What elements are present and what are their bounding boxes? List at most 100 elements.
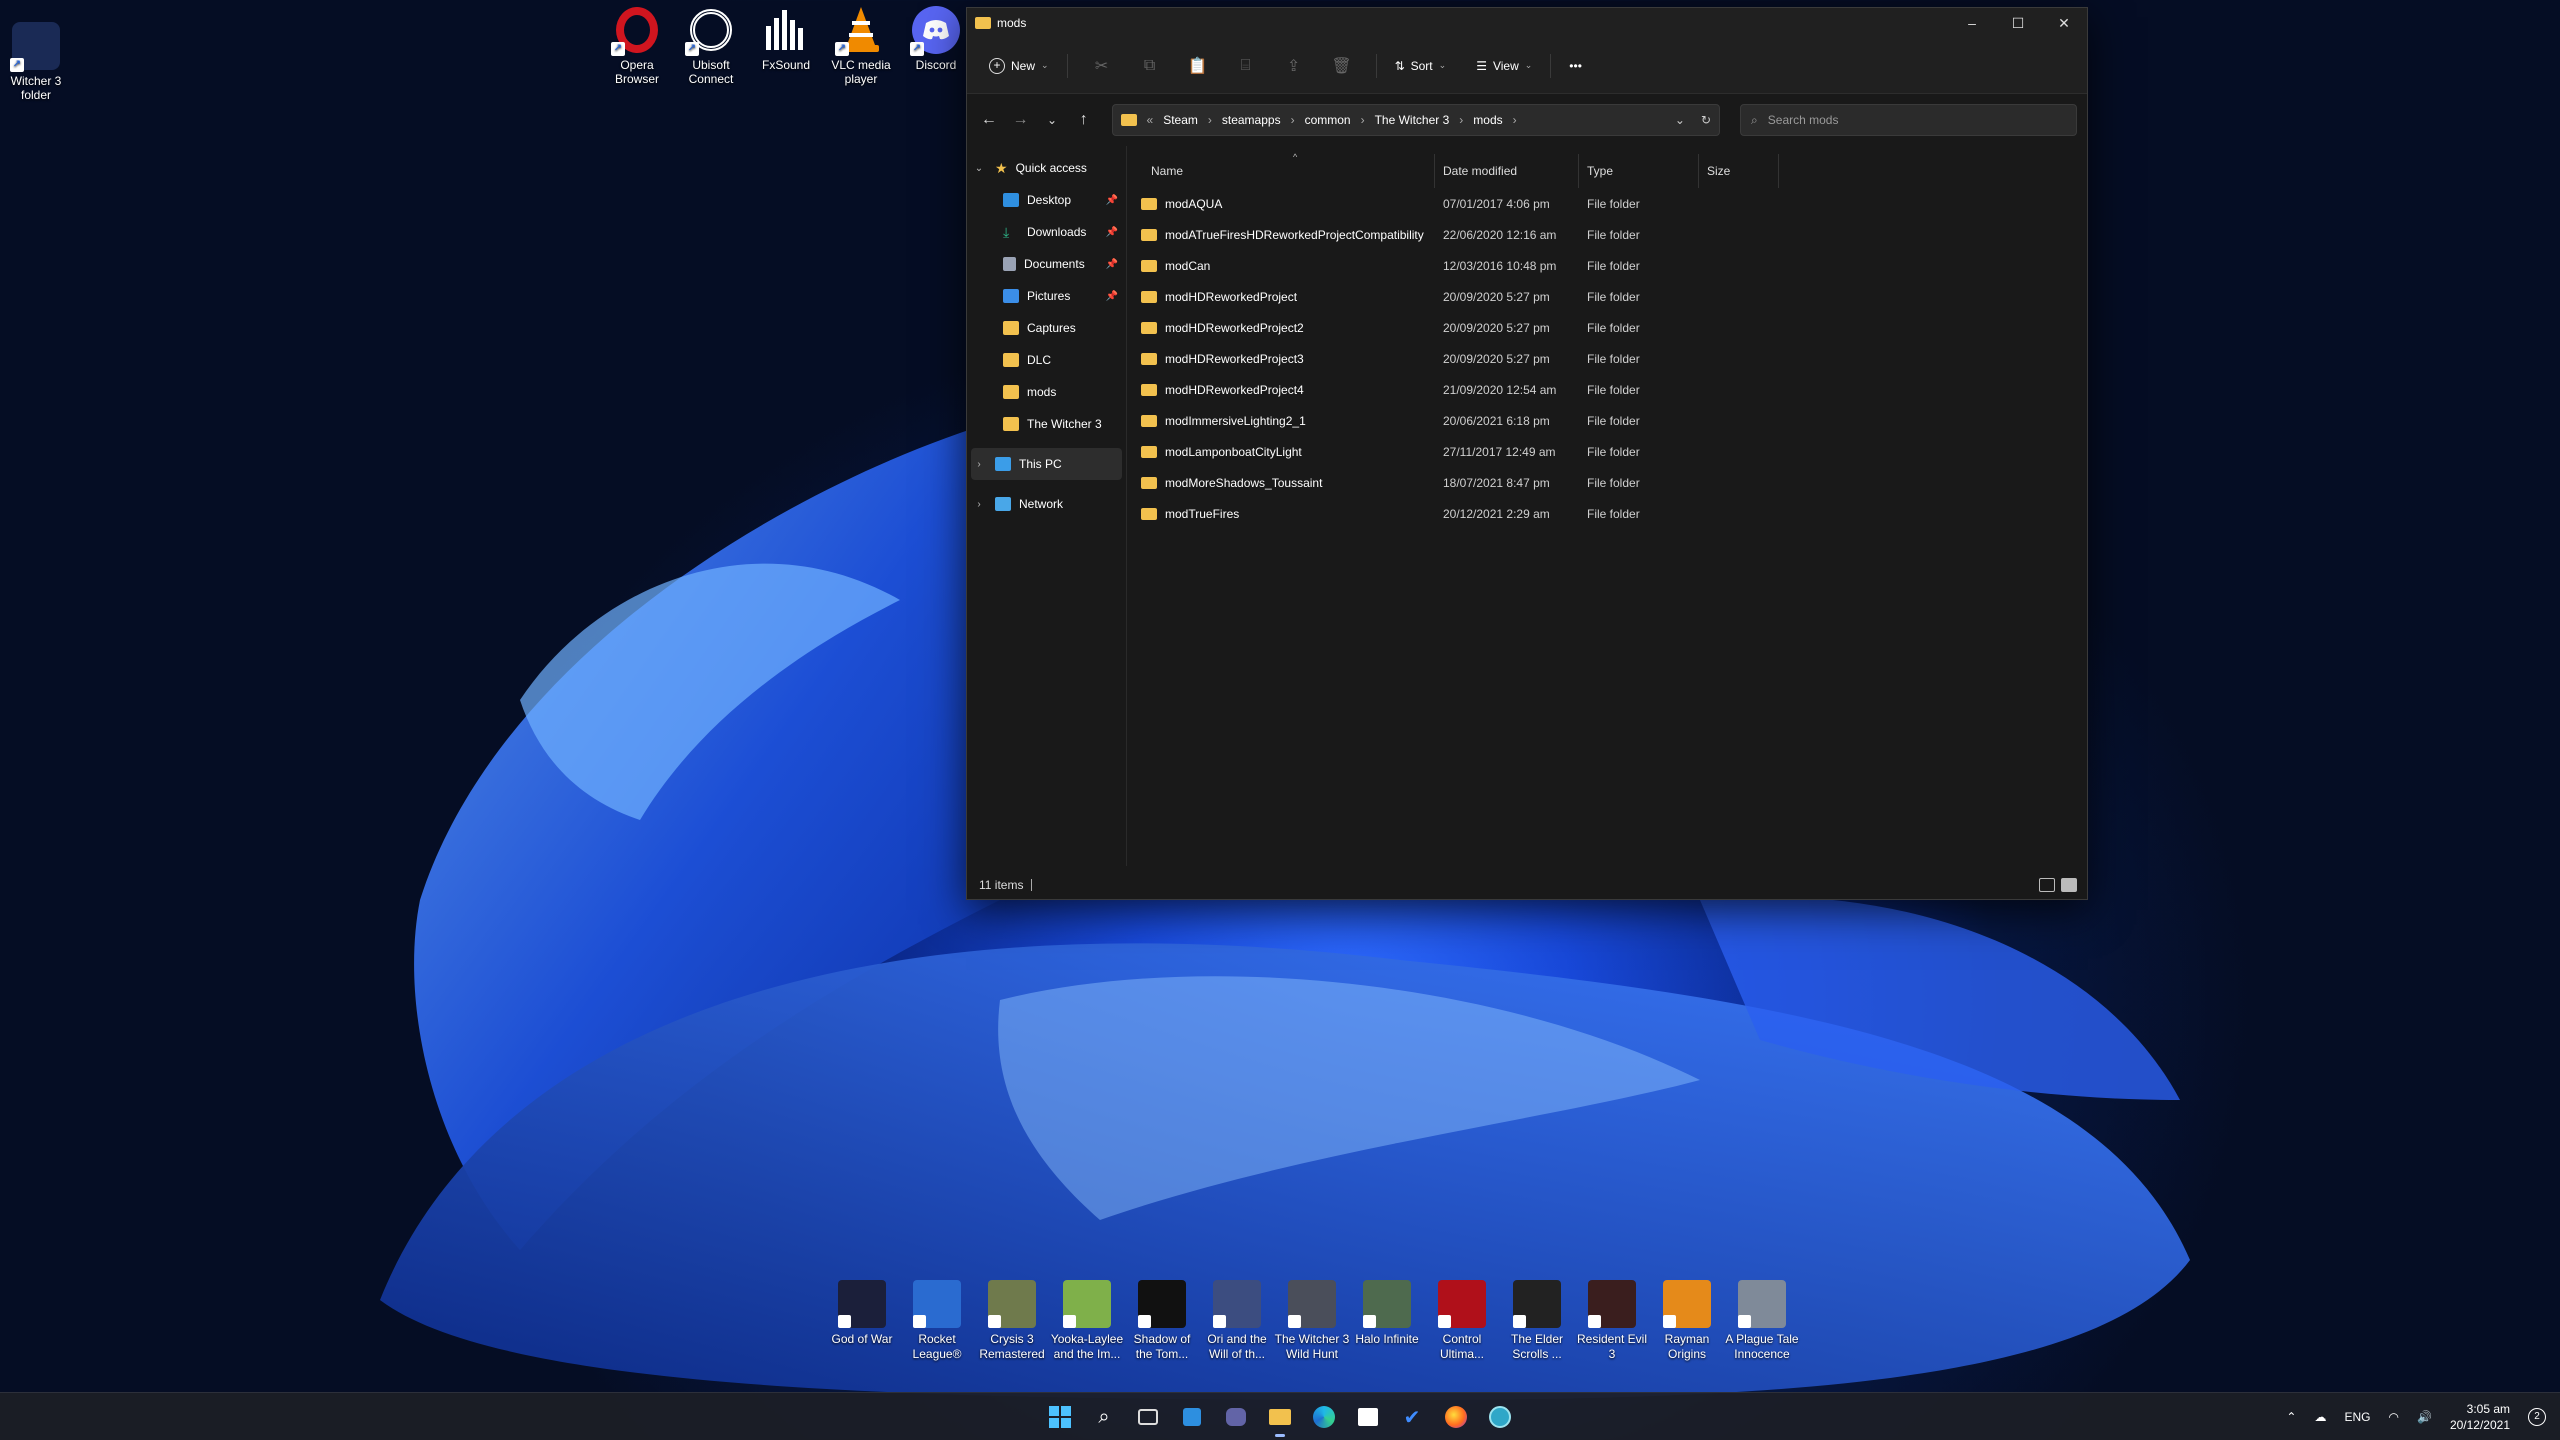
minimize-button[interactable]: – <box>1949 8 1995 38</box>
column-header-size[interactable]: Size <box>1699 154 1779 188</box>
sidebar-item-network[interactable]: › Network <box>967 488 1126 520</box>
desktop-game-icon[interactable]: Crysis 3 Remastered <box>974 1280 1050 1362</box>
breadcrumb-the-witcher-3[interactable]: The Witcher 3 <box>1375 113 1450 127</box>
rename-icon[interactable]: ⌸ <box>1222 50 1270 82</box>
back-arrow-icon[interactable]: ← <box>977 108 1001 132</box>
clock[interactable]: 3:05 am 20/12/2021 <box>2450 1401 2510 1433</box>
desktop-game-icon[interactable]: Ori and the Will of th... <box>1199 1280 1275 1362</box>
table-row[interactable]: modHDReworkedProject 20/09/2020 5:27 pm Fi… <box>1127 281 2087 312</box>
chevron-up-icon[interactable]: ⌃ <box>2286 1410 2296 1424</box>
sidebar-item-pictures[interactable]: Pictures 📌 <box>967 280 1126 312</box>
forward-arrow-icon[interactable]: → <box>1009 108 1033 132</box>
table-row[interactable]: modHDReworkedProject3 20/09/2020 5:27 pm F… <box>1127 343 2087 374</box>
chevron-right-icon[interactable]: › <box>1361 113 1365 127</box>
sidebar-item-the-witcher-3[interactable]: The Witcher 3 <box>967 408 1126 440</box>
table-row[interactable]: modImmersiveLighting2_1 20/06/2021 6:18 p… <box>1127 405 2087 436</box>
desktop-icon-vlc[interactable]: ↗ VLC media player <box>823 6 899 86</box>
microsoft-store-icon[interactable] <box>1352 1401 1384 1433</box>
desktop-icon-discord[interactable]: ↗ Discord <box>898 6 974 72</box>
teams-chat-icon[interactable] <box>1220 1401 1252 1433</box>
recent-locations-chevron-icon[interactable]: ⌄ <box>1040 108 1064 132</box>
new-button[interactable]: + New ⌄ <box>981 52 1057 80</box>
desktop-icon-opera[interactable]: ↗ Opera Browser <box>599 6 675 86</box>
start-windows-icon[interactable] <box>1044 1401 1076 1433</box>
edge-browser-icon[interactable] <box>1308 1401 1340 1433</box>
widgets-icon[interactable] <box>1176 1401 1208 1433</box>
table-row[interactable]: modLamponboatCityLight 27/11/2017 12:49 a… <box>1127 436 2087 467</box>
chevron-right-icon[interactable]: › <box>1513 113 1517 127</box>
desktop-game-icon[interactable]: Shadow of the Tom... <box>1124 1280 1200 1362</box>
details-view-icon[interactable] <box>2039 878 2055 892</box>
sidebar-item-dlc[interactable]: DLC <box>967 344 1126 376</box>
desktop-game-icon[interactable]: The Witcher 3 Wild Hunt <box>1274 1280 1350 1362</box>
column-header-name[interactable]: Name <box>1127 154 1435 188</box>
globe-app-icon[interactable] <box>1484 1401 1516 1433</box>
volume-icon[interactable]: 🔊 <box>2417 1410 2432 1424</box>
chevron-right-icon[interactable]: › <box>971 459 987 470</box>
desktop-icon-ubisoft[interactable]: ↗ Ubisoft Connect <box>673 6 749 86</box>
tiles-view-icon[interactable] <box>2061 878 2077 892</box>
wifi-icon[interactable]: ◠ <box>2389 1410 2399 1424</box>
view-button[interactable]: ☰ View ⌄ <box>1468 53 1540 79</box>
breadcrumb-steam[interactable]: Steam <box>1163 113 1198 127</box>
copy-icon[interactable]: ⧉ <box>1126 50 1174 82</box>
table-row[interactable]: modATrueFiresHDReworkedProjectCompatibil… <box>1127 219 2087 250</box>
title-bar[interactable]: mods – ☐ ✕ <box>967 8 2087 38</box>
sidebar-item-documents[interactable]: Documents 📌 <box>967 248 1126 280</box>
desktop-game-icon[interactable]: Control Ultima... <box>1424 1280 1500 1362</box>
chevron-right-icon[interactable]: › <box>971 499 987 510</box>
breadcrumb-common[interactable]: common <box>1305 113 1351 127</box>
desktop-game-icon[interactable]: Rocket League® <box>899 1280 975 1362</box>
file-explorer-icon[interactable] <box>1264 1401 1296 1437</box>
desktop-game-icon[interactable]: Rayman Origins <box>1649 1280 1725 1362</box>
desktop-game-icon[interactable]: A Plague Tale Innocence <box>1724 1280 1800 1362</box>
todo-check-icon[interactable]: ✔ <box>1396 1401 1428 1433</box>
table-row[interactable]: modHDReworkedProject2 20/09/2020 5:27 pm F… <box>1127 312 2087 343</box>
up-arrow-icon[interactable]: ↑ <box>1072 108 1096 132</box>
notification-badge[interactable]: 2 <box>2528 1408 2546 1426</box>
overflow-chevron-icon[interactable]: « <box>1147 113 1154 127</box>
close-button[interactable]: ✕ <box>2041 8 2087 38</box>
column-header-type[interactable]: Type <box>1579 154 1699 188</box>
table-row[interactable]: modAQUA 07/01/2017 4:06 pm File folder <box>1127 188 2087 219</box>
refresh-icon[interactable]: ↻ <box>1701 113 1711 127</box>
desktop-icon-fxsound[interactable]: FxSound <box>748 6 824 72</box>
desktop-icon-witcher3-folder[interactable]: ↗ Witcher 3 folder <box>0 22 74 102</box>
sidebar-item-quick-access[interactable]: ⌄ ★ Quick access <box>967 152 1126 184</box>
address-bar[interactable]: « Steam › steamapps › common › The Witch… <box>1111 104 1721 136</box>
chevron-right-icon[interactable]: › <box>1459 113 1463 127</box>
search-box[interactable]: ⌕ <box>1740 104 2077 136</box>
firefox-icon[interactable] <box>1440 1401 1472 1433</box>
desktop-game-icon[interactable]: Resident Evil 3 <box>1574 1280 1650 1362</box>
table-row[interactable]: modTrueFires 20/12/2021 2:29 am File folde… <box>1127 498 2087 529</box>
delete-icon[interactable]: 🗑 <box>1318 50 1366 82</box>
maximize-button[interactable]: ☐ <box>1995 8 2041 38</box>
table-row[interactable]: modHDReworkedProject4 21/09/2020 12:54 am… <box>1127 374 2087 405</box>
language-indicator[interactable]: ENG <box>2344 1410 2370 1424</box>
cloud-icon[interactable]: ☁ <box>2314 1410 2326 1424</box>
table-row[interactable]: modCan 12/03/2016 10:48 pm File folder <box>1127 250 2087 281</box>
cut-icon[interactable]: ✂ <box>1078 50 1126 82</box>
search-icon[interactable]: ⌕ <box>1088 1401 1120 1433</box>
desktop-game-icon[interactable]: Halo Infinite <box>1349 1280 1425 1347</box>
breadcrumb-steamapps[interactable]: steamapps <box>1222 113 1281 127</box>
sidebar-item-mods[interactable]: mods <box>967 376 1126 408</box>
chevron-right-icon[interactable]: › <box>1291 113 1295 127</box>
share-icon[interactable]: ⇪ <box>1270 50 1318 82</box>
sidebar-item-this-pc[interactable]: › This PC <box>971 448 1122 480</box>
breadcrumb-mods[interactable]: mods <box>1473 113 1502 127</box>
column-header-date-modified[interactable]: Date modified <box>1435 154 1579 188</box>
search-input[interactable] <box>1767 113 2058 127</box>
sidebar-item-desktop[interactable]: Desktop 📌 <box>967 184 1126 216</box>
desktop-game-icon[interactable]: Yooka-Laylee and the Im... <box>1049 1280 1125 1362</box>
desktop-game-icon[interactable]: God of War <box>824 1280 900 1347</box>
paste-icon[interactable]: 📋 <box>1174 50 1222 82</box>
sidebar-item-downloads[interactable]: ⤓ Downloads 📌 <box>967 216 1126 248</box>
chevron-down-icon[interactable]: ⌄ <box>971 163 987 174</box>
chevron-right-icon[interactable]: › <box>1208 113 1212 127</box>
address-history-chevron-icon[interactable]: ⌄ <box>1675 113 1685 127</box>
more-options-button[interactable]: ••• <box>1561 53 1590 79</box>
table-row[interactable]: modMoreShadows_Toussaint 18/07/2021 8:47 … <box>1127 467 2087 498</box>
desktop-game-icon[interactable]: The Elder Scrolls ... <box>1499 1280 1575 1362</box>
task-view-icon[interactable] <box>1132 1401 1164 1433</box>
